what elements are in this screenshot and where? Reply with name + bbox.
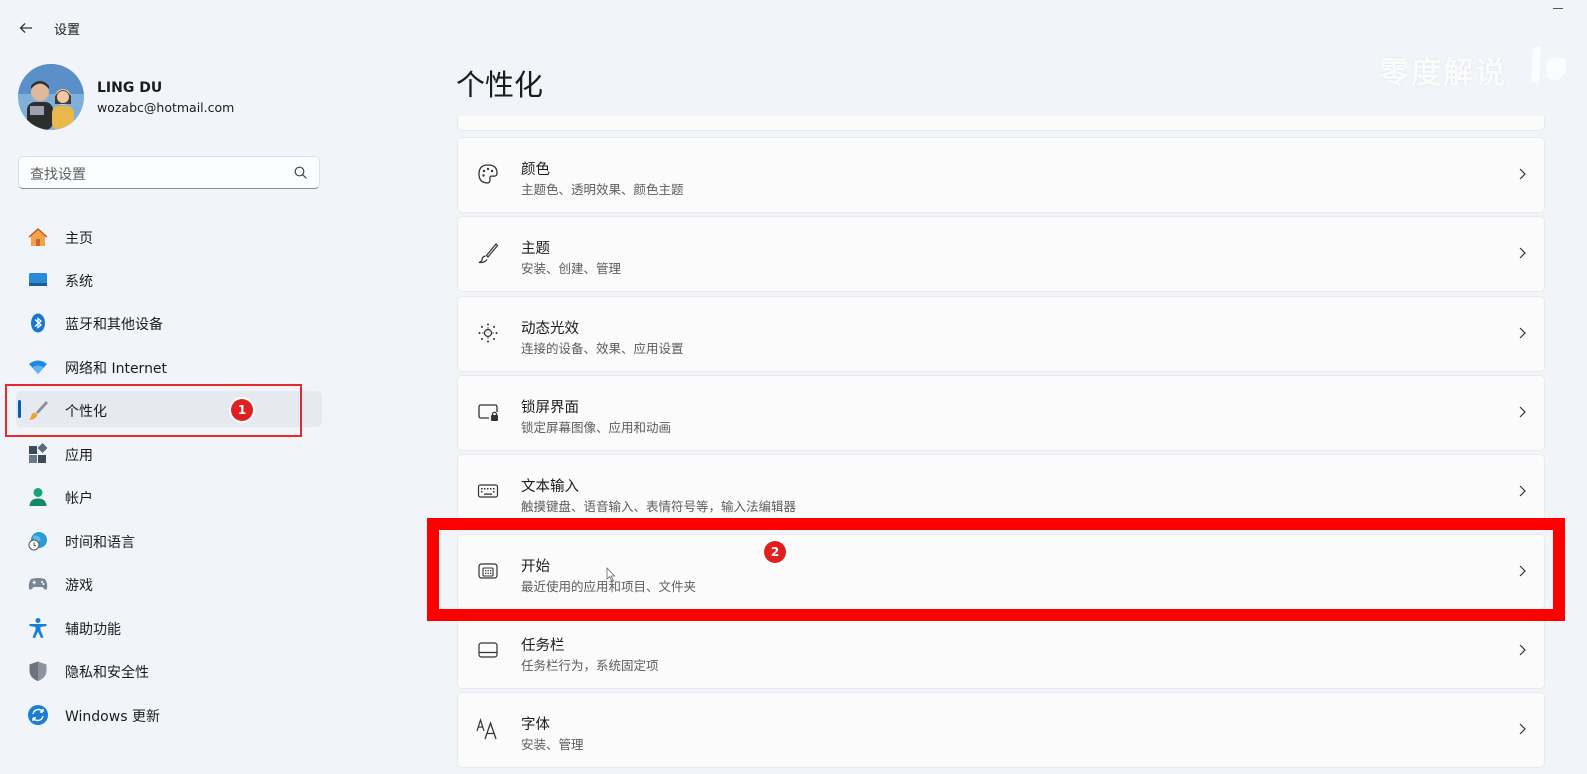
chevron-right-icon	[1519, 247, 1526, 259]
avatar	[18, 64, 84, 130]
annotation-badge-2: 2	[764, 541, 786, 563]
search-placeholder: 查找设置	[30, 167, 86, 183]
annotation-box-start	[427, 518, 1565, 621]
sidebar-item-bluetooth[interactable]: 蓝牙和其他设备	[16, 304, 322, 340]
card-subtitle: 安装、管理	[521, 737, 584, 752]
dynamic-lighting-icon	[476, 321, 500, 345]
gamepad-icon	[27, 573, 49, 595]
account-icon	[27, 486, 49, 508]
card-dynamic-lighting[interactable]: 动态光效 连接的设备、效果、应用设置	[457, 296, 1545, 372]
sidebar-item-label: 蓝牙和其他设备	[65, 317, 163, 333]
previous-card-edge	[457, 116, 1545, 131]
sidebar-item-network[interactable]: 网络和 Internet	[16, 348, 322, 384]
sidebar-item-home[interactable]: 主页	[16, 218, 322, 254]
card-subtitle: 任务栏行为，系统固定项	[521, 658, 659, 673]
user-email: wozabc@hotmail.com	[97, 100, 235, 115]
sidebar-item-accounts[interactable]: 帐户	[16, 478, 322, 514]
system-icon	[27, 269, 49, 291]
card-title: 字体	[521, 717, 550, 733]
font-icon	[476, 717, 500, 741]
accessibility-icon	[27, 617, 49, 639]
sidebar-item-windows-update[interactable]: Windows 更新	[16, 696, 322, 732]
card-subtitle: 连接的设备、效果、应用设置	[521, 341, 684, 356]
page-title: 个性化	[456, 68, 544, 102]
card-subtitle: 锁定屏幕图像、应用和动画	[521, 420, 672, 435]
chevron-right-icon	[1519, 644, 1526, 656]
title-bar: 设置	[0, 0, 1587, 56]
sidebar-item-label: 隐私和安全性	[65, 665, 149, 681]
sidebar-item-label: 辅助功能	[65, 622, 121, 638]
apps-icon	[27, 443, 49, 465]
card-title: 动态光效	[521, 321, 579, 337]
user-name: LING DU	[97, 80, 163, 96]
home-icon	[27, 226, 49, 248]
search-input[interactable]: 查找设置	[18, 156, 320, 189]
card-title: 锁屏界面	[521, 400, 579, 416]
sidebar-item-gaming[interactable]: 游戏	[16, 565, 322, 601]
bluetooth-icon	[27, 312, 49, 334]
sidebar-item-system[interactable]: 系统	[16, 261, 322, 297]
sidebar-item-label: 应用	[65, 448, 93, 464]
sidebar-item-label: 网络和 Internet	[65, 361, 168, 377]
card-themes[interactable]: 主题 安装、创建、管理	[457, 216, 1545, 292]
shield-icon	[27, 660, 49, 682]
sidebar-item-label: 帐户	[65, 491, 93, 507]
sidebar-item-accessibility[interactable]: 辅助功能	[16, 609, 322, 645]
sidebar-item-label: 时间和语言	[65, 535, 135, 551]
chevron-right-icon	[1519, 168, 1526, 180]
mouse-cursor-icon	[606, 567, 616, 581]
update-icon	[27, 704, 49, 726]
sidebar-item-label: 主页	[65, 231, 93, 247]
watermark-logo-icon	[1531, 46, 1567, 84]
back-button[interactable]	[12, 14, 40, 42]
sidebar-item-apps[interactable]: 应用	[16, 435, 322, 471]
chevron-right-icon	[1519, 327, 1526, 339]
card-fonts[interactable]: 字体 安装、管理	[457, 692, 1545, 768]
wifi-icon	[27, 356, 49, 378]
settings-list: 颜色 主题色、透明效果、颜色主题 主题 安装、创建、管理 动态光效 连接的设备、…	[457, 116, 1545, 774]
card-subtitle: 安装、创建、管理	[521, 261, 622, 276]
taskbar-icon	[476, 638, 500, 662]
back-arrow-icon	[19, 23, 32, 33]
time-language-icon	[27, 530, 49, 552]
sidebar-item-privacy[interactable]: 隐私和安全性	[16, 652, 322, 688]
annotation-badge-1: 1	[231, 399, 253, 421]
chevron-right-icon	[1519, 406, 1526, 418]
card-colors[interactable]: 颜色 主题色、透明效果、颜色主题	[457, 137, 1545, 213]
minimize-button[interactable]	[1553, 8, 1563, 9]
sidebar-item-label: 游戏	[65, 578, 93, 594]
watermark: 零度解说	[1379, 56, 1507, 91]
card-title: 主题	[521, 241, 550, 257]
search-icon[interactable]	[293, 165, 309, 181]
card-title: 任务栏	[521, 638, 565, 654]
sidebar-item-time-language[interactable]: 时间和语言	[16, 522, 322, 558]
card-title: 文本输入	[521, 479, 579, 495]
card-subtitle: 主题色、透明效果、颜色主题	[521, 182, 684, 197]
brush-icon	[476, 241, 500, 265]
chevron-right-icon	[1519, 485, 1526, 497]
card-subtitle: 触摸键盘、语音输入、表情符号等，输入法编辑器	[521, 499, 797, 514]
palette-icon	[476, 162, 500, 186]
keyboard-icon	[476, 479, 500, 503]
sidebar-item-label: 系统	[65, 274, 93, 290]
lock-screen-icon	[476, 400, 500, 424]
card-taskbar[interactable]: 任务栏 任务栏行为，系统固定项	[457, 613, 1545, 689]
annotation-box-personalization	[5, 384, 302, 437]
sidebar-item-label: Windows 更新	[65, 709, 160, 725]
card-lock-screen[interactable]: 锁屏界面 锁定屏幕图像、应用和动画	[457, 375, 1545, 451]
card-title: 颜色	[521, 162, 550, 178]
chevron-right-icon	[1519, 723, 1526, 735]
app-title: 设置	[54, 23, 81, 38]
